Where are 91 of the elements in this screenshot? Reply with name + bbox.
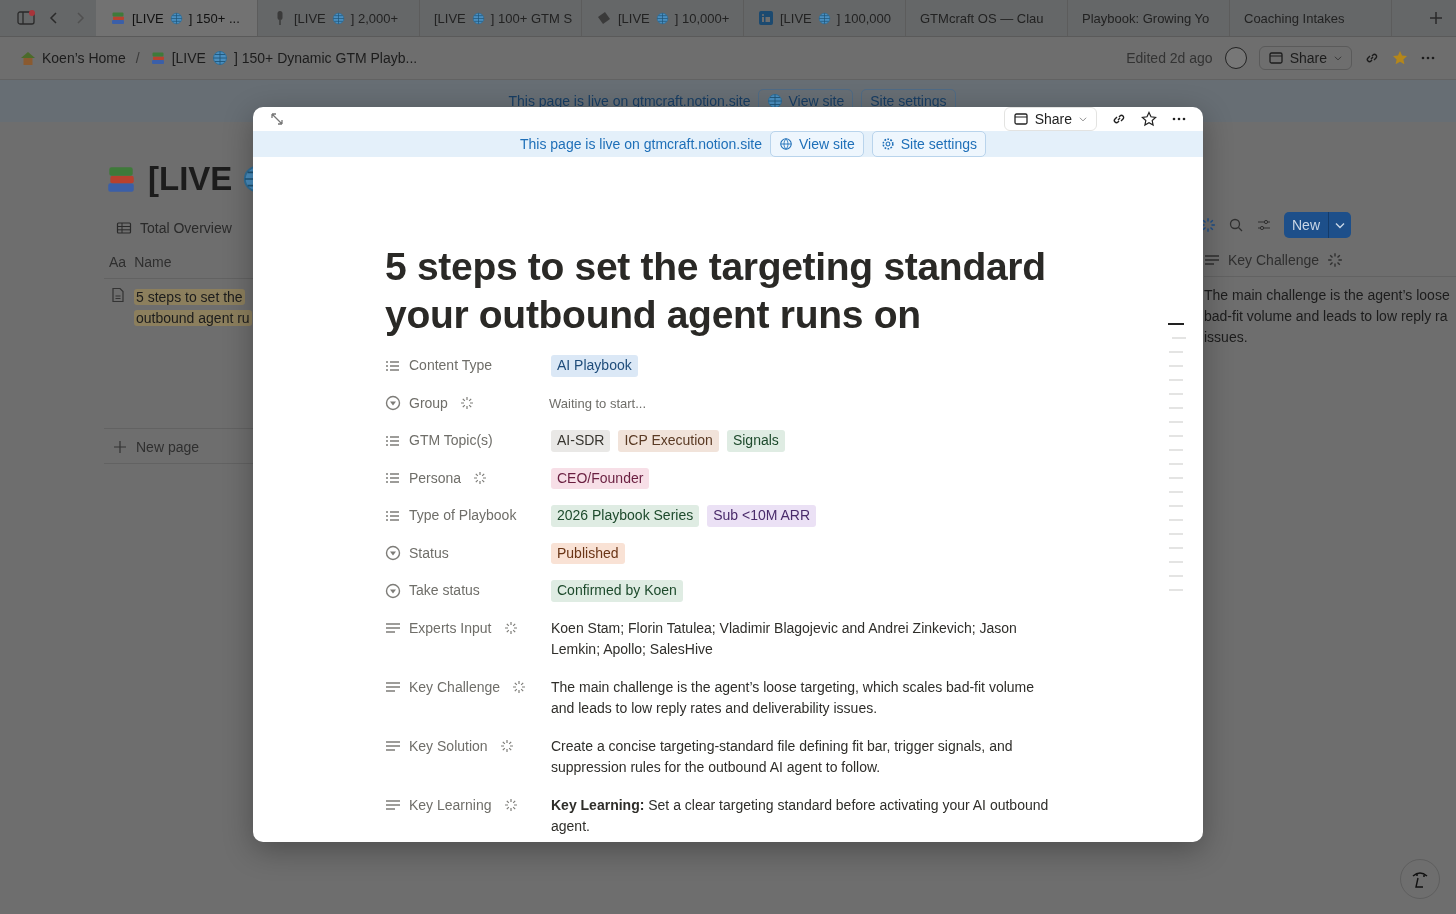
tag: Published — [551, 542, 625, 564]
globe-icon — [211, 50, 228, 66]
browser-tab[interactable]: [LIVE ] 2,000+ — [258, 0, 420, 36]
label-icon — [596, 10, 612, 26]
column-header: Key Challenge — [1228, 252, 1320, 268]
table-cell-text: 5 steps to set the — [134, 288, 246, 307]
property-label: Key Challenge — [409, 677, 501, 697]
books-icon — [149, 50, 166, 66]
new-page-link[interactable]: New page — [136, 439, 200, 455]
select-icon — [385, 545, 401, 562]
placeholder-text: Waiting to start... — [549, 394, 647, 413]
star-icon[interactable] — [1141, 111, 1157, 127]
window-icon — [1267, 50, 1284, 66]
property-value: Koen Stam; Florin Tatulea; Vladimir Blagojevic and Andrei Zinkevich; Jason Lemkin; Apollo; SalesHive — [551, 618, 1018, 659]
tag: 2026 Playbook Series — [551, 505, 700, 527]
table-cell-text: The main challenge is the agent’s loose — [1204, 286, 1451, 305]
gear-icon — [880, 137, 895, 151]
property-label: GTM Topic(s) — [409, 431, 493, 450]
table-cell-text: issues. — [1204, 328, 1249, 347]
plus-icon — [112, 439, 128, 455]
breadcrumb-link[interactable]: Koen’s Home — [20, 50, 126, 66]
books-icon — [110, 10, 126, 26]
table-cell-text: bad-fit volume and leads to low reply ra — [1204, 307, 1449, 326]
property-label: Key Solution — [409, 736, 488, 756]
window-icon — [1012, 111, 1029, 127]
share-button[interactable]: Share — [1003, 107, 1097, 131]
breadcrumb-separator: / — [135, 50, 140, 66]
browser-tab[interactable]: [LIVE ] 10,000+ — [582, 0, 744, 36]
table-cell-text: outbound agent ru — [134, 309, 252, 328]
sparkle-icon — [1200, 217, 1216, 233]
tag: AI-SDR — [551, 430, 611, 452]
text-lines-icon — [1204, 252, 1220, 268]
globe-icon — [817, 11, 831, 25]
database-title: [LIVE — [148, 160, 233, 198]
globe-icon — [169, 11, 183, 25]
tag: Confirmed by Koen — [551, 580, 683, 602]
sparkle-icon — [1327, 252, 1344, 268]
breadcrumb-link[interactable]: [LIVE ] 150+ Dynamic GTM Playb... — [149, 50, 418, 66]
search-icon[interactable] — [1228, 217, 1244, 233]
browser-tab[interactable]: [LIVE ] 100,000 — [744, 0, 906, 36]
column-header: Name — [134, 254, 172, 270]
tag: ICP Execution — [618, 430, 719, 452]
browser-tab[interactable]: GTMcraft OS — Clau — [906, 0, 1068, 36]
table-icon — [116, 220, 132, 236]
property-label: Persona — [409, 468, 462, 488]
tag: AI Playbook — [551, 355, 638, 377]
chevron-icon — [1078, 114, 1088, 124]
property-label: Status — [409, 543, 449, 563]
edited-label: Edited 2d ago — [1126, 50, 1213, 66]
property-label: Type of Playbook — [409, 506, 517, 525]
square-logo-icon — [758, 10, 774, 26]
property-label: Take status — [409, 581, 480, 600]
select-icon — [385, 582, 401, 599]
view-tab[interactable]: Total Overview — [140, 220, 232, 236]
browser-tab[interactable]: [LIVE ] 100+ GTM S — [420, 0, 582, 36]
view-site-button[interactable]: View site — [770, 131, 864, 157]
share-button[interactable]: Share — [1258, 46, 1352, 70]
sidebar-icon[interactable] — [16, 10, 36, 26]
page-icon — [110, 287, 126, 303]
banner-text: This page is live on gtmcraft.notion.site — [519, 136, 762, 152]
house-icon — [20, 50, 36, 66]
property-value: Key Learning: Set a clear targeting standard before activating your AI outbound agent. — [551, 795, 1050, 836]
globe-icon — [767, 93, 784, 109]
plus-icon[interactable] — [1428, 10, 1444, 26]
site-settings-button[interactable]: Site settings — [871, 131, 987, 157]
page-title: 5 steps to set the targeting standard your outbound agent runs on — [385, 244, 1047, 338]
select-icon — [385, 395, 401, 412]
tag: Sub <10M ARR — [707, 505, 817, 527]
property-value: The main challenge is the agent’s loose targeting, which scales bad-fit volume and leads to low reply rates and deliverability issues. — [551, 677, 1035, 718]
tag: Signals — [726, 430, 785, 452]
browser-tab[interactable]: [LIVE ] 150+ ... — [96, 0, 258, 36]
help-button[interactable] — [1400, 859, 1440, 899]
expand-icon[interactable] — [269, 111, 285, 127]
property-label: Experts Input — [409, 618, 492, 638]
tag: CEO/Founder — [551, 467, 650, 489]
chevron-icon — [1333, 53, 1343, 63]
property-label: Content Type — [409, 356, 493, 375]
globe-icon — [471, 11, 485, 25]
star-icon[interactable] — [1392, 50, 1408, 66]
property-label: Group — [409, 393, 448, 413]
property-label: Key Learning — [409, 795, 492, 815]
browser-tab[interactable]: Playbook: Growing Yo — [1068, 0, 1230, 36]
globe-icon — [331, 11, 345, 25]
browser-tab[interactable]: Coaching Intakes — [1230, 0, 1392, 36]
new-button[interactable]: New — [1284, 212, 1351, 238]
globe-icon — [655, 11, 669, 25]
globe-icon — [779, 137, 793, 151]
avatar — [1224, 47, 1247, 69]
filter-icon[interactable] — [1256, 217, 1272, 233]
title-property-icon: Aa — [109, 254, 127, 270]
property-value: Create a concise targeting-standard file defining fit bar, trigger signals, and suppression rules for the outbound AI agent to follow. — [551, 736, 1014, 777]
